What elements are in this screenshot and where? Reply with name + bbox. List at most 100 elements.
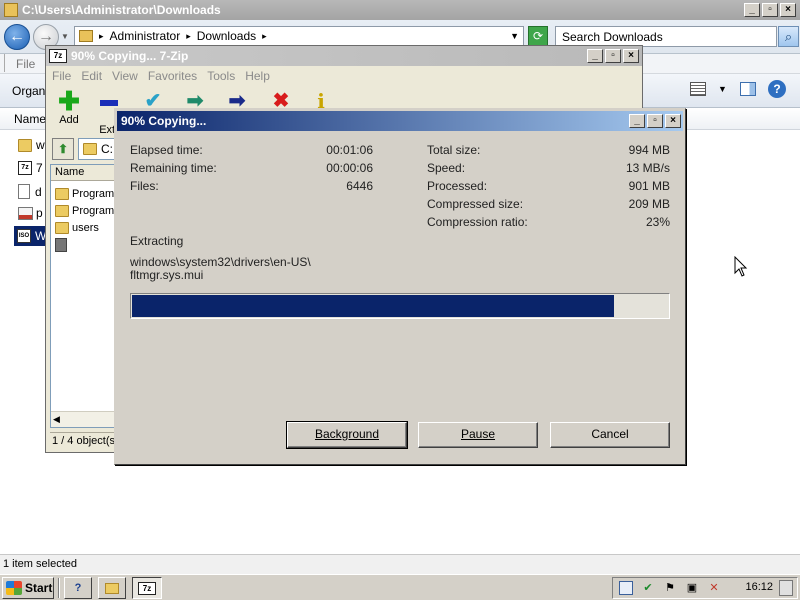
processed-value: 901 MB bbox=[628, 179, 670, 193]
document-tray-icon[interactable] bbox=[619, 581, 633, 595]
address-dropdown-icon[interactable]: ▼ bbox=[510, 31, 519, 41]
mouse-cursor-icon bbox=[734, 256, 748, 277]
menu-view[interactable]: View bbox=[112, 69, 138, 83]
menu-file[interactable]: File bbox=[52, 69, 71, 83]
folder-icon bbox=[83, 143, 97, 155]
document-icon bbox=[18, 184, 30, 199]
chevron-right-icon[interactable]: ▸ bbox=[262, 31, 267, 42]
file-label: d bbox=[35, 184, 42, 199]
folder-icon bbox=[55, 221, 69, 234]
history-dropdown-icon[interactable]: ▼ bbox=[61, 32, 69, 41]
minimize-button[interactable]: _ bbox=[587, 49, 603, 63]
maximize-button[interactable]: ▫ bbox=[762, 3, 778, 17]
help-icon[interactable]: ? bbox=[768, 80, 786, 98]
speed-label: Speed: bbox=[427, 161, 466, 175]
operation-label: Extracting bbox=[130, 234, 184, 248]
list-item[interactable]: users bbox=[55, 219, 99, 236]
organize-button[interactable]: Organi bbox=[12, 84, 48, 98]
file-item[interactable]: w bbox=[18, 138, 45, 152]
maximize-button[interactable]: ▫ bbox=[647, 114, 663, 128]
minimize-button[interactable]: _ bbox=[629, 114, 645, 128]
chevron-right-icon[interactable]: ▸ bbox=[99, 31, 104, 42]
system-tray: ✔ ⚑ ▣ ✕ 16:12 bbox=[612, 577, 798, 599]
current-file-name: fltmgr.sys.mui bbox=[130, 268, 204, 282]
maximize-button[interactable]: ▫ bbox=[605, 49, 621, 63]
breadcrumb-downloads[interactable]: Downloads bbox=[197, 29, 256, 43]
column-name[interactable]: Name bbox=[14, 112, 46, 126]
close-button[interactable]: × bbox=[665, 114, 681, 128]
list-item[interactable]: ProgramD bbox=[55, 202, 122, 219]
files-value: 6446 bbox=[346, 179, 373, 193]
menu-edit[interactable]: Edit bbox=[81, 69, 102, 83]
explorer-title: C:\Users\Administrator\Downloads bbox=[22, 3, 221, 17]
breadcrumb-administrator[interactable]: Administrator bbox=[110, 29, 181, 43]
pause-button[interactable]: Pause bbox=[418, 422, 538, 448]
list-item-label: users bbox=[72, 221, 99, 234]
pause-button-label: Pause bbox=[460, 427, 496, 441]
folder-icon bbox=[105, 582, 119, 594]
dialog-titlebar[interactable]: 90% Copying... _ ▫ × bbox=[117, 111, 683, 131]
back-button[interactable]: ← bbox=[4, 24, 30, 50]
elapsed-time-value: 00:01:06 bbox=[326, 143, 373, 157]
cancel-button[interactable]: Cancel bbox=[550, 422, 670, 448]
menu-help[interactable]: Help bbox=[245, 69, 270, 83]
search-button[interactable]: ⌕ bbox=[778, 26, 799, 47]
volume-muted-icon[interactable]: ✕ bbox=[707, 581, 721, 595]
start-button[interactable]: Start bbox=[2, 577, 54, 599]
total-size-label: Total size: bbox=[427, 143, 481, 157]
list-item[interactable] bbox=[55, 236, 70, 253]
total-size-value: 994 MB bbox=[628, 143, 670, 157]
sevenzip-menubar: File Edit View Favorites Tools Help bbox=[46, 66, 642, 86]
start-label: Start bbox=[25, 581, 53, 595]
menu-favorites[interactable]: Favorites bbox=[148, 69, 197, 83]
close-button[interactable]: × bbox=[780, 3, 796, 17]
sevenzip-task-button[interactable]: 7z bbox=[132, 577, 162, 599]
list-item-label: Program bbox=[72, 187, 115, 200]
windows-logo-icon bbox=[6, 581, 22, 595]
forward-arrow-icon: → bbox=[38, 28, 54, 45]
show-desktop-icon[interactable] bbox=[779, 580, 793, 596]
network-icon[interactable]: ▣ bbox=[685, 581, 699, 595]
7zip-logo-icon: 7z bbox=[49, 49, 67, 63]
file-label: 7 bbox=[36, 161, 43, 175]
scroll-left-icon[interactable]: ◀ bbox=[53, 414, 60, 425]
refresh-button[interactable]: ⟳ bbox=[528, 26, 548, 46]
explorer-titlebar[interactable]: C:\Users\Administrator\Downloads _ ▫ × bbox=[0, 0, 800, 20]
sevenzip-titlebar[interactable]: 7z 90% Copying... 7-Zip _ ▫ × bbox=[46, 46, 642, 66]
current-file-path: windows\system32\drivers\en-US\ bbox=[130, 255, 311, 269]
clock[interactable]: 16:12 bbox=[745, 581, 773, 593]
processed-label: Processed: bbox=[427, 179, 488, 193]
help-quicklaunch-button[interactable]: ? bbox=[64, 577, 92, 599]
folder-icon bbox=[18, 138, 32, 152]
background-button[interactable]: Background bbox=[286, 421, 408, 449]
compression-ratio-label: Compression ratio: bbox=[427, 215, 528, 229]
file-item-selected[interactable]: ISO W bbox=[14, 226, 48, 246]
views-dropdown-icon[interactable]: ▼ bbox=[718, 84, 727, 94]
menu-tools[interactable]: Tools bbox=[207, 69, 235, 83]
security-shield-icon[interactable]: ✔ bbox=[641, 581, 655, 595]
file-item[interactable]: p bbox=[18, 206, 43, 220]
status-bar: 1 item selected bbox=[0, 554, 800, 574]
menu-file[interactable]: File bbox=[16, 57, 35, 71]
file-item[interactable]: d bbox=[18, 184, 42, 199]
dialog-title: 90% Copying... bbox=[121, 114, 207, 128]
preview-pane-icon[interactable] bbox=[740, 82, 756, 96]
drive-icon bbox=[55, 237, 67, 252]
refresh-icon: ⟳ bbox=[532, 29, 544, 43]
compressed-size-label: Compressed size: bbox=[427, 197, 524, 211]
views-icon[interactable] bbox=[690, 82, 706, 96]
address-bar[interactable]: ▸ Administrator ▸ Downloads ▸ ▼ bbox=[74, 26, 524, 46]
search-input[interactable]: Search Downloads bbox=[555, 26, 777, 47]
minimize-button[interactable]: _ bbox=[744, 3, 760, 17]
chevron-right-icon[interactable]: ▸ bbox=[186, 31, 191, 42]
up-folder-button[interactable]: ⬆ bbox=[52, 138, 74, 160]
close-button[interactable]: × bbox=[623, 49, 639, 63]
sevenzip-title: 90% Copying... 7-Zip bbox=[71, 49, 189, 63]
list-item[interactable]: Program bbox=[55, 185, 114, 202]
flag-icon[interactable]: ⚑ bbox=[663, 581, 677, 595]
cancel-button-label: Cancel bbox=[591, 427, 629, 441]
add-button[interactable]: ✚ Add bbox=[52, 88, 86, 126]
menubar-grip bbox=[4, 54, 8, 72]
explorer-quicklaunch-button[interactable] bbox=[98, 577, 126, 599]
file-item[interactable]: 7z 7 bbox=[18, 161, 43, 175]
